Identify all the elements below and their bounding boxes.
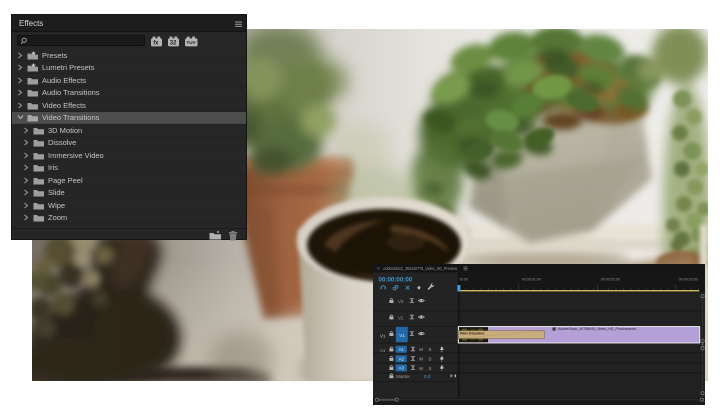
svg-text:AdobeStock_40758043_Video_HD_P: AdobeStock_40758043_Video_HD_Photoreacto… [558,327,637,331]
svg-text:YUV: YUV [186,40,196,45]
svg-text:00:00: 00:00 [459,278,468,282]
svg-text:00:00:03:00: 00:00:03:00 [679,278,698,282]
svg-text:A1: A1 [399,347,405,352]
svg-text:A2: A2 [399,357,405,362]
svg-text:V1: V1 [380,333,386,338]
svg-text:AdobeStock_394410778_Video_HD_: AdobeStock_394410778_Video_HD_Preview [383,266,458,271]
svg-text:Film Dissolve: Film Dissolve [460,332,484,336]
svg-text:V2: V2 [398,316,404,321]
svg-text:S: S [429,347,432,352]
svg-text:0.0: 0.0 [424,374,431,379]
svg-text:A1: A1 [380,348,386,353]
svg-text:V3: V3 [398,299,404,304]
svg-text:S: S [429,357,432,362]
svg-text:00:00:00:00: 00:00:00:00 [379,276,413,283]
svg-text:Master: Master [396,374,411,379]
svg-text:V1: V1 [399,333,405,338]
svg-text:M: M [419,347,423,352]
svg-text:M: M [419,357,423,362]
svg-text:A3: A3 [399,366,405,371]
svg-text:00:00:01:00: 00:00:01:00 [522,278,541,282]
svg-text:M: M [419,366,423,371]
svg-text:✕: ✕ [377,266,381,271]
svg-text:S: S [429,366,432,371]
svg-text:00:00:02:00: 00:00:02:00 [601,278,620,282]
svg-text:fx: fx [153,41,159,47]
svg-text:32: 32 [170,41,177,47]
